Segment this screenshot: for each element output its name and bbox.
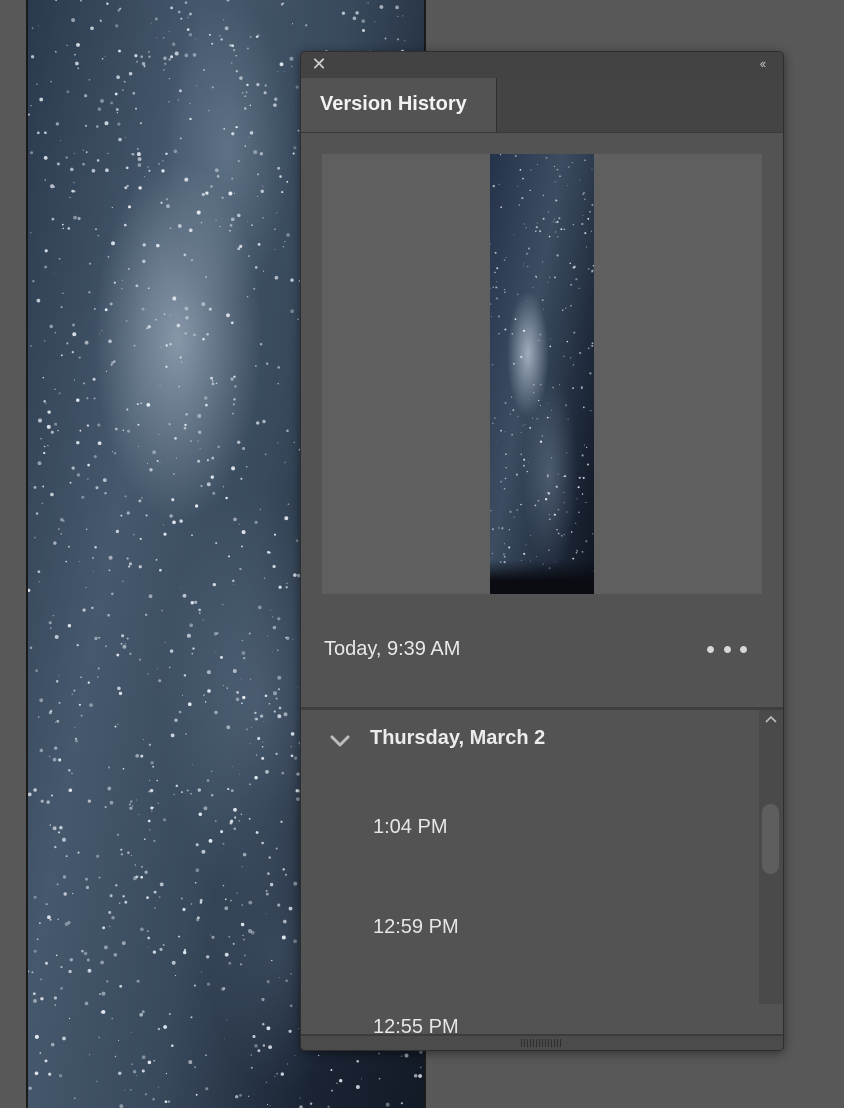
version-entry[interactable]: 12:59 PM: [301, 914, 759, 974]
scroll-up-arrow-icon[interactable]: [765, 714, 777, 724]
version-entry[interactable]: 1:04 PM: [301, 814, 759, 874]
version-entry[interactable]: 12:55 PM: [301, 1014, 759, 1036]
chevron-down-icon: [330, 735, 350, 747]
panel-header-bar: ✕ ‹‹: [301, 52, 783, 78]
preview-thumbnail: [490, 154, 594, 594]
panel-tab-bar: Version History: [301, 78, 783, 133]
version-history-list: Thursday, March 2 1:04 PM 12:59 PM 12:55…: [301, 710, 759, 1036]
date-group-title: Thursday, March 2: [370, 727, 546, 749]
scrollbar-thumb[interactable]: [762, 804, 779, 874]
current-version-timestamp: Today, 9:39 AM: [324, 638, 461, 660]
panel-footer: [301, 1034, 783, 1050]
version-history-panel: ✕ ‹‹ Version History Today, 9:39 AM Thur…: [300, 51, 784, 1051]
version-preview: [322, 154, 762, 594]
version-entry-time: 1:04 PM: [373, 816, 448, 838]
double-chevron-left-icon[interactable]: ‹‹: [753, 56, 771, 72]
resize-grip-icon[interactable]: [521, 1039, 561, 1047]
current-version-row[interactable]: Today, 9:39 AM: [301, 612, 783, 708]
tab-version-history[interactable]: Version History: [301, 78, 497, 132]
version-entry-time: 12:55 PM: [373, 1016, 459, 1036]
date-group-header[interactable]: Thursday, March 2: [301, 710, 759, 770]
thumbnail-horizon: [490, 560, 594, 594]
close-icon[interactable]: ✕: [311, 55, 327, 73]
version-entry-time: 12:59 PM: [373, 916, 459, 938]
thumbnail-starfield: [490, 154, 594, 594]
more-options-icon[interactable]: [707, 634, 747, 664]
history-scrollbar[interactable]: [759, 710, 783, 1004]
